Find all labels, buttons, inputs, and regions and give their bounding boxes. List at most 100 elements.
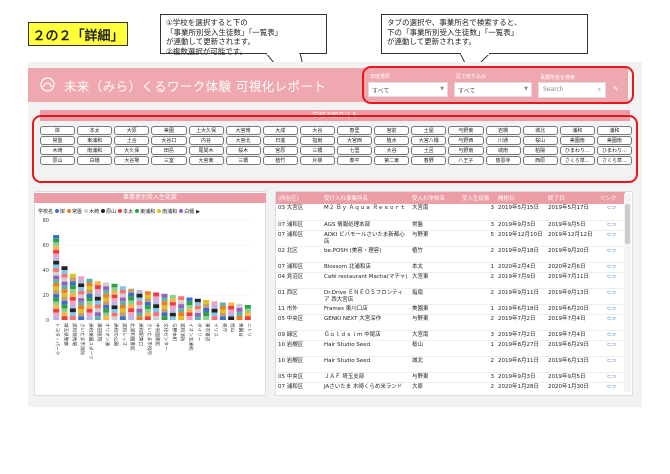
- table-row[interactable]: 09 緑区 Ｇｏｌｄｓｉｍ 中尾店 大宮南 3 2019年7月2日 2019年7月4日 ⊂⊃: [276, 330, 625, 341]
- cell-count: 2: [460, 314, 496, 331]
- bar[interactable]: [236, 303, 243, 320]
- column-header[interactable]: 開始日: [496, 192, 546, 204]
- bar[interactable]: [69, 273, 76, 320]
- link-icon[interactable]: ⊂⊃: [598, 382, 625, 395]
- bar-segment: [144, 302, 151, 306]
- table-row[interactable]: 03 大宮区 M２ Ｂｙ Ａｑｕａ Ｒｅｓｏｒｔ 大宮南 3 2019年5月15日 201…: [276, 204, 625, 221]
- table-row[interactable]: 01 西区 Dr.Drive ＥＮＥＯＳフロンティア 西大宮店 指扇 2 2019年9月…: [276, 288, 625, 305]
- x-tick-label: 中央図書館: [154, 323, 161, 346]
- bar-segment: [53, 283, 60, 287]
- x-tick-label: 浦和消防: [179, 323, 186, 342]
- bar[interactable]: [53, 235, 60, 320]
- bar-segment: [78, 276, 85, 280]
- column-header[interactable]: 受入れ学校名: [410, 192, 460, 204]
- scrollbar-thumb[interactable]: [625, 204, 630, 244]
- cell-end: 2019年8月29日: [546, 340, 598, 357]
- link-icon[interactable]: ⊂⊃: [598, 288, 625, 305]
- bar[interactable]: [111, 283, 118, 320]
- bar[interactable]: [228, 302, 235, 321]
- legend-swatch: [118, 209, 123, 213]
- link-icon[interactable]: ⊂⊃: [598, 372, 625, 383]
- bar[interactable]: [211, 301, 218, 320]
- cell-start: 2019年12月10日: [496, 230, 546, 247]
- bar-segment: [236, 303, 243, 308]
- table-row[interactable]: 07 浦和区 Blossom 北浦和店 本太 1 2020年2月4日 2020年2月6日 ⊂…: [276, 262, 625, 273]
- link-icon[interactable]: ⊂⊃: [598, 262, 625, 273]
- bar[interactable]: [186, 297, 193, 321]
- link-icon[interactable]: ⊂⊃: [598, 340, 625, 357]
- bar[interactable]: [153, 292, 160, 321]
- table-row[interactable]: 05 中央区 ＪＡＦ 埼玉支部 与野東 3 2019年9月3日 2019年9月5日 ⊂⊃: [276, 372, 625, 383]
- bar[interactable]: [144, 291, 151, 320]
- column-header[interactable]: 終了日: [546, 192, 598, 204]
- column-header[interactable]: リンク: [598, 192, 625, 204]
- link-icon[interactable]: ⊂⊃: [598, 314, 625, 331]
- bar-segment: [153, 304, 160, 309]
- bar-segment: [61, 296, 68, 301]
- bar[interactable]: [194, 298, 201, 320]
- cell-ward: 02 北区: [276, 246, 322, 263]
- bar[interactable]: [169, 295, 176, 320]
- link-icon[interactable]: ⊂⊃: [598, 304, 625, 315]
- bar[interactable]: [86, 278, 93, 320]
- bar-segment: [194, 298, 201, 303]
- bar-segment: [161, 297, 168, 302]
- bar-segment: [153, 312, 160, 317]
- bar-segment: [119, 290, 126, 294]
- link-icon[interactable]: ⊂⊃: [598, 330, 625, 341]
- table-row[interactable]: 10 岩槻区 Hair Studio Seed 桜山 1 2019年8月27日 2019年…: [276, 340, 625, 357]
- bar-segment: [103, 316, 110, 320]
- table-row[interactable]: 07 浦和区 JAさいたま 木崎くらめ米ランド 大原 2 2020年1月28日 2020年…: [276, 382, 625, 395]
- table-scrollbar[interactable]: [624, 194, 631, 392]
- table-row[interactable]: 02 北区 be.POSH (美容・理容) 植竹 2 2019年9月18日 2019年9月…: [276, 246, 625, 263]
- cell-end: 2019年7月11日: [546, 272, 598, 289]
- bar-segment: [136, 312, 143, 317]
- bar[interactable]: [178, 296, 185, 320]
- bar[interactable]: [128, 288, 135, 320]
- bar-segment: [53, 290, 60, 295]
- link-icon[interactable]: ⊂⊃: [598, 204, 625, 221]
- table-row[interactable]: 05 中央区 GENKI NEXT 大宮深作 与野東 2 2019年7月2日 2019年7…: [276, 314, 625, 331]
- bar[interactable]: [94, 281, 101, 320]
- cell-count: 3: [460, 372, 496, 383]
- link-icon[interactable]: ⊂⊃: [598, 272, 625, 289]
- link-icon[interactable]: ⊂⊃: [598, 230, 625, 247]
- bar[interactable]: [103, 282, 110, 321]
- cell-start: 2019年7月9日: [496, 272, 546, 289]
- bar[interactable]: [203, 300, 210, 320]
- bar-chart: 0 20 40 60 80 トヨタ・パーク 埼玉県警察 浦和競馬場 さいたま市消防 浦和美園スポー…: [43, 218, 252, 360]
- bar-segment: [219, 313, 226, 317]
- table-row[interactable]: 04 見沼区 Café restaurant Macha(マチャ) 大宮東 2 2019…: [276, 272, 625, 289]
- callout-line: が連動して更新されます。: [166, 37, 256, 46]
- bar-segment: [53, 238, 60, 243]
- bar-segment: [111, 291, 118, 295]
- page-title: ２の２「詳細」: [28, 22, 128, 46]
- column-header[interactable]: 受入生徒数: [460, 192, 496, 204]
- bar-segment: [61, 273, 68, 278]
- link-icon[interactable]: ⊂⊃: [598, 356, 625, 373]
- bar-segment: [69, 300, 76, 305]
- table-row[interactable]: 10 岩槻区 Hair Studio Seed 城北 2 2019年6月11日 2019年…: [276, 356, 625, 373]
- bar[interactable]: [136, 290, 143, 320]
- column-header[interactable]: (所在区): [276, 192, 322, 204]
- cell-count: 2: [460, 246, 496, 263]
- bar-segment: [86, 305, 93, 309]
- bar[interactable]: [161, 293, 168, 320]
- bar-segment: [69, 293, 76, 297]
- bar[interactable]: [78, 276, 85, 320]
- cell-start: 2019年9月3日: [496, 220, 546, 231]
- link-icon[interactable]: ⊂⊃: [598, 220, 625, 231]
- bar[interactable]: [244, 305, 251, 320]
- link-icon[interactable]: ⊂⊃: [598, 246, 625, 263]
- bar[interactable]: [219, 302, 226, 321]
- bar[interactable]: [119, 286, 126, 320]
- bar-segment: [169, 295, 176, 299]
- bar-segment: [103, 301, 110, 305]
- table-row[interactable]: 07 浦和区 AOKI ビバモールさいたま新都心店 与野東 5 2019年12月10日 2…: [276, 230, 625, 247]
- column-header[interactable]: 受け入れ事業所名: [322, 192, 410, 204]
- cell-school: 本太: [410, 262, 460, 273]
- bar-segment: [161, 316, 168, 320]
- bar[interactable]: [61, 266, 68, 320]
- table-row[interactable]: 07 浦和区 AGS 情報処理本部 常盤 3 2019年9月3日 2019年9月5日 ⊂⊃: [276, 220, 625, 231]
- table-row[interactable]: 11 市外 Frames 東川口店 美園東 1 2019年6月18日 2019年6月20日…: [276, 304, 625, 315]
